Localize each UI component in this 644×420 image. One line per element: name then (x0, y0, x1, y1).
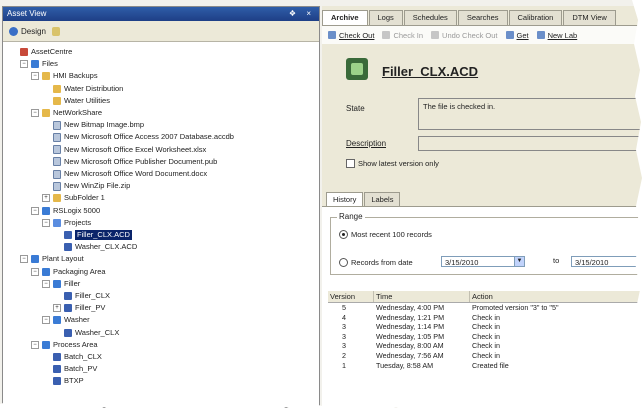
torn-edge-decoration (0, 0, 644, 420)
asset-centre-window: Asset View ❖ × Design AssetCentre − Files −… (0, 0, 644, 420)
